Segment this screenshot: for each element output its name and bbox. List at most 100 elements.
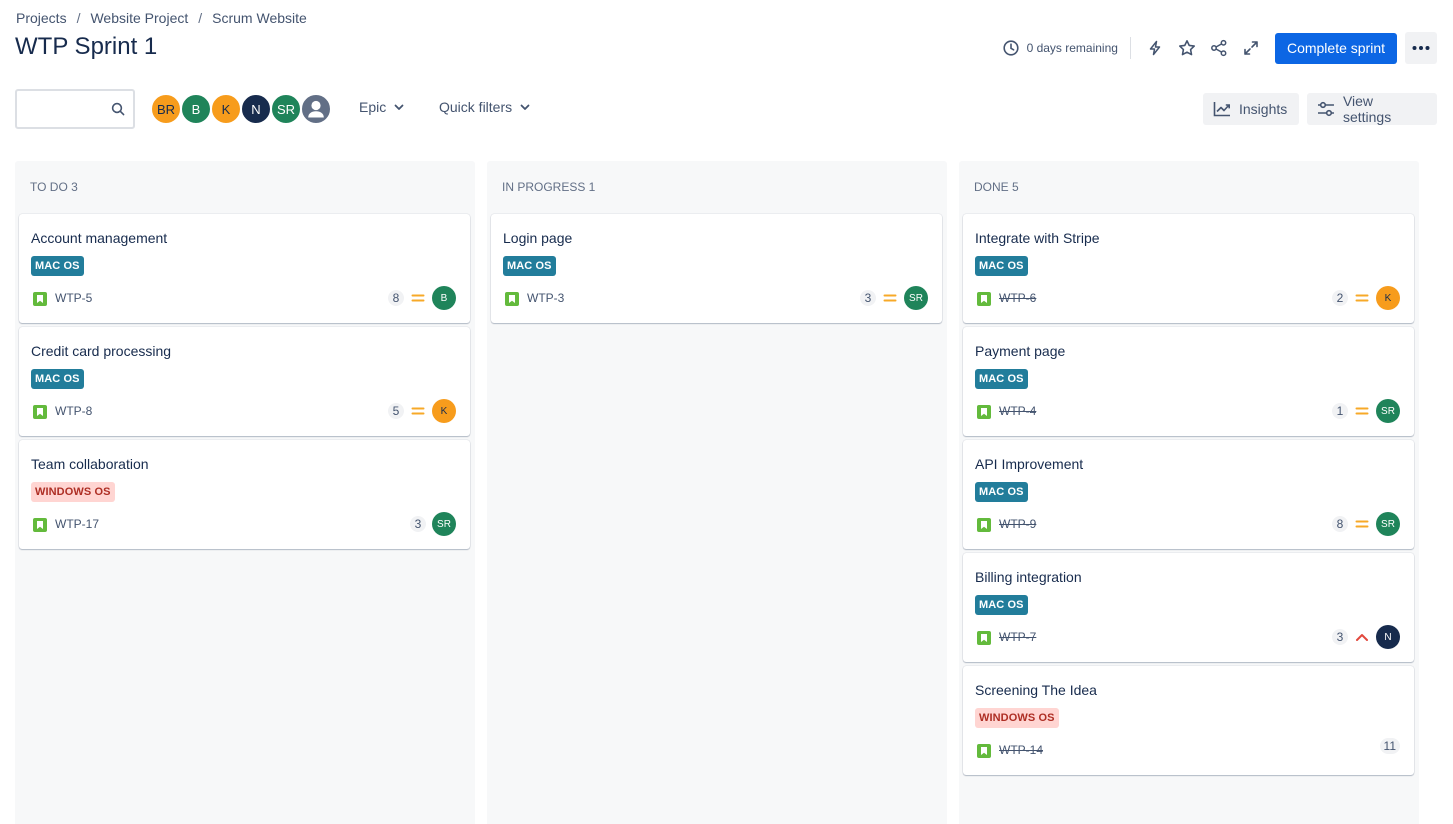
- label-lozenge: MAC OS: [31, 256, 84, 276]
- issue-key[interactable]: WTP-14: [999, 743, 1043, 757]
- label-lozenge: MAC OS: [503, 256, 556, 276]
- avatar-filter-b[interactable]: B: [180, 93, 212, 125]
- star-icon: [1178, 40, 1195, 56]
- assignee-avatar[interactable]: SR: [432, 512, 456, 536]
- avatar-filter-group: BR B K N SR: [150, 93, 332, 125]
- issue-key[interactable]: WTP-17: [55, 517, 99, 531]
- card-title: Team collaboration: [31, 456, 149, 472]
- card-meta: 3 N: [1332, 625, 1400, 649]
- chevron-down-icon: [520, 104, 530, 110]
- sliders-icon: [1317, 101, 1334, 117]
- issue-card[interactable]: Login page MAC OS WTP-3 3 SR: [491, 214, 942, 323]
- search-icon: [111, 102, 125, 116]
- card-meta: 3 SR: [860, 286, 928, 310]
- automation-button[interactable]: [1139, 32, 1171, 64]
- breadcrumb-scrum-website[interactable]: Scrum Website: [212, 10, 307, 26]
- insights-button[interactable]: Insights: [1203, 93, 1300, 125]
- chevron-down-icon: [394, 104, 404, 110]
- assignee-avatar[interactable]: K: [432, 399, 456, 423]
- card-meta: 2 K: [1332, 286, 1400, 310]
- assignee-avatar[interactable]: N: [1376, 625, 1400, 649]
- assignee-avatar[interactable]: K: [1376, 286, 1400, 310]
- avatar-filter-k[interactable]: K: [210, 93, 242, 125]
- quick-filters-label: Quick filters: [439, 99, 513, 115]
- label-lozenge: WINDOWS OS: [975, 708, 1059, 728]
- story-points: 8: [388, 290, 404, 306]
- board-toolbar: BR B K N SR Epic Quick filters Insights …: [15, 89, 1437, 129]
- card-title: Credit card processing: [31, 343, 172, 359]
- issue-key[interactable]: WTP-3: [527, 291, 564, 305]
- column-done: DONE 5 Integrate with Stripe MAC OS WTP-…: [959, 161, 1419, 824]
- epic-dropdown-label: Epic: [359, 99, 387, 115]
- insights-label: Insights: [1239, 101, 1288, 117]
- priority-medium-icon: [882, 290, 898, 306]
- breadcrumb-separator: /: [76, 10, 81, 26]
- issue-card[interactable]: Credit card processing MAC OS WTP-8 5 K: [19, 327, 470, 436]
- assignee-avatar[interactable]: SR: [1376, 512, 1400, 536]
- quick-filters-dropdown[interactable]: Quick filters: [439, 99, 530, 115]
- avatar-filter-unassigned[interactable]: [300, 93, 332, 125]
- card-title: Payment page: [975, 343, 1066, 359]
- complete-sprint-button[interactable]: Complete sprint: [1274, 32, 1397, 64]
- issue-key[interactable]: WTP-4: [999, 404, 1036, 418]
- issue-card[interactable]: Billing integration MAC OS WTP-7 3 N: [963, 553, 1414, 662]
- fullscreen-button[interactable]: [1235, 32, 1267, 64]
- clock-icon: [1002, 40, 1019, 56]
- issue-key[interactable]: WTP-8: [55, 404, 92, 418]
- story-icon: [505, 292, 519, 306]
- card-meta: 11: [1379, 738, 1400, 754]
- issue-card[interactable]: Screening The Idea WINDOWS OS WTP-14 11: [963, 666, 1414, 775]
- avatar-filter-n[interactable]: N: [240, 93, 272, 125]
- label-lozenge: MAC OS: [975, 482, 1028, 502]
- star-button[interactable]: [1171, 32, 1203, 64]
- story-icon: [977, 518, 991, 532]
- priority-high-icon: [1354, 629, 1370, 645]
- story-points: 1: [1332, 403, 1348, 419]
- column-title: TO DO 3: [30, 180, 78, 194]
- story-icon: [977, 631, 991, 645]
- column-in-progress: IN PROGRESS 1 Login page MAC OS WTP-3 3 …: [487, 161, 947, 824]
- card-meta: 5 K: [388, 399, 456, 423]
- divider: [1129, 37, 1131, 59]
- breadcrumb-separator: /: [198, 10, 203, 26]
- column-todo: TO DO 3 Account management MAC OS WTP-5 …: [15, 161, 475, 824]
- priority-medium-icon: [410, 403, 426, 419]
- avatar-filter-sr[interactable]: SR: [270, 93, 302, 125]
- issue-card[interactable]: Team collaboration WINDOWS OS WTP-17 3 S…: [19, 440, 470, 549]
- avatar-filter-br[interactable]: BR: [150, 93, 182, 125]
- issue-key[interactable]: WTP-7: [999, 630, 1036, 644]
- issue-card[interactable]: Payment page MAC OS WTP-4 1 SR: [963, 327, 1414, 436]
- card-title: Billing integration: [975, 569, 1082, 585]
- issue-card[interactable]: Account management MAC OS WTP-5 8 B: [19, 214, 470, 323]
- issue-key[interactable]: WTP-5: [55, 291, 92, 305]
- breadcrumb-website-project[interactable]: Website Project: [90, 10, 188, 26]
- epic-dropdown[interactable]: Epic: [359, 99, 404, 115]
- story-icon: [977, 744, 991, 758]
- assignee-avatar[interactable]: SR: [1376, 399, 1400, 423]
- issue-card[interactable]: Integrate with Stripe MAC OS WTP-6 2 K: [963, 214, 1414, 323]
- story-points: 2: [1332, 290, 1348, 306]
- breadcrumb-projects[interactable]: Projects: [16, 10, 67, 26]
- search-box[interactable]: [15, 89, 135, 129]
- card-meta: 3 SR: [410, 512, 456, 536]
- issue-card[interactable]: API Improvement MAC OS WTP-9 8 SR: [963, 440, 1414, 549]
- share-button[interactable]: [1203, 32, 1235, 64]
- story-points: 3: [1332, 629, 1348, 645]
- assignee-avatar[interactable]: B: [432, 286, 456, 310]
- card-title: Integrate with Stripe: [975, 230, 1100, 246]
- card-meta: 8 B: [388, 286, 456, 310]
- issue-key[interactable]: WTP-6: [999, 291, 1036, 305]
- view-settings-button[interactable]: View settings: [1307, 93, 1437, 125]
- card-title: Login page: [503, 230, 573, 246]
- assignee-avatar[interactable]: SR: [904, 286, 928, 310]
- search-input[interactable]: [17, 91, 107, 127]
- issue-key[interactable]: WTP-9: [999, 517, 1036, 531]
- story-points: 5: [388, 403, 404, 419]
- card-meta: 1 SR: [1332, 399, 1400, 423]
- more-actions-button[interactable]: [1405, 32, 1437, 64]
- story-icon: [33, 292, 47, 306]
- story-icon: [33, 518, 47, 532]
- priority-medium-icon: [410, 290, 426, 306]
- more-icon: [1412, 46, 1430, 50]
- label-lozenge: MAC OS: [31, 369, 84, 389]
